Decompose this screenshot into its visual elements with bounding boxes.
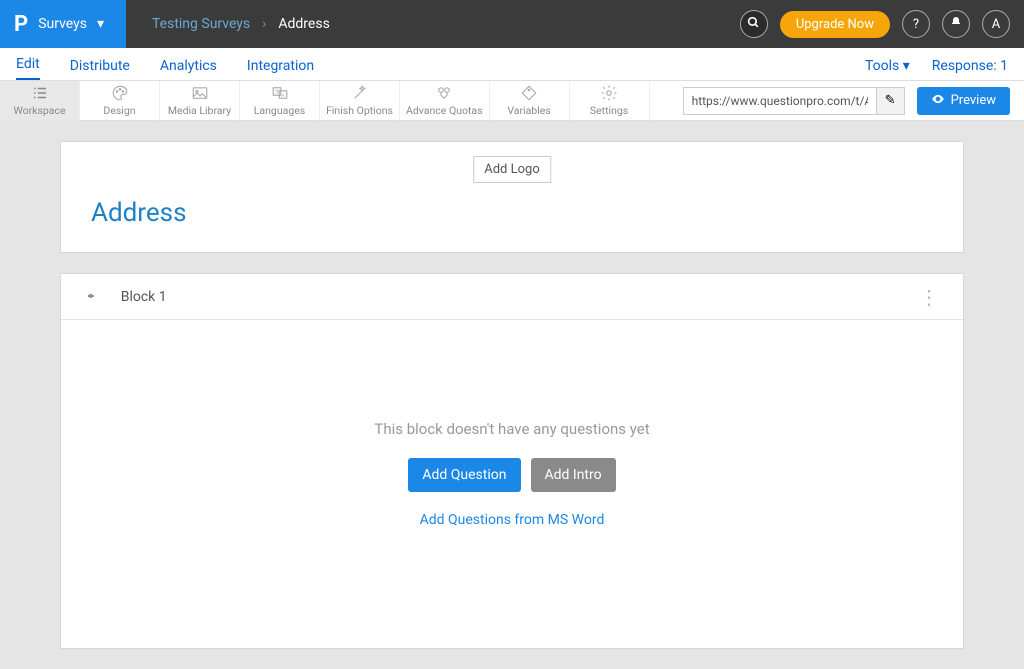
surveys-label: Surveys: [38, 16, 87, 32]
palette-icon: [111, 84, 129, 102]
edit-url-button[interactable]: ✎: [877, 87, 905, 115]
workspace-icon: [31, 84, 49, 102]
tool-variables[interactable]: Variables: [490, 81, 570, 121]
help-icon: ?: [913, 17, 919, 32]
topbar-actions: Upgrade Now ? A: [740, 10, 1024, 38]
tool-design[interactable]: Design: [80, 81, 160, 121]
block-more-button[interactable]: ⋮: [919, 285, 939, 309]
chevron-down-icon: ▾: [903, 58, 910, 74]
wand-icon: [351, 84, 369, 102]
block-body: This block doesn't have any questions ye…: [61, 320, 963, 648]
tools-dropdown[interactable]: Tools ▾: [865, 58, 910, 74]
image-icon: [191, 84, 209, 102]
bell-icon: [950, 16, 962, 32]
kebab-icon: ⋮: [919, 285, 939, 309]
language-icon: 文A: [271, 84, 289, 102]
breadcrumb-current: Address: [278, 16, 329, 32]
add-from-word-link[interactable]: Add Questions from MS Word: [420, 512, 605, 528]
tab-edit[interactable]: Edit: [16, 56, 40, 80]
tab-distribute[interactable]: Distribute: [70, 58, 130, 80]
tab-integration[interactable]: Integration: [247, 58, 314, 80]
survey-title[interactable]: Address: [91, 198, 933, 228]
product-switcher[interactable]: P Surveys ▾: [0, 0, 126, 48]
tab-analytics[interactable]: Analytics: [160, 58, 217, 80]
search-button[interactable]: [740, 10, 768, 38]
help-button[interactable]: ?: [902, 10, 930, 38]
svg-text:文: 文: [274, 88, 279, 95]
gear-icon: [600, 84, 618, 102]
search-icon: [747, 16, 760, 33]
quota-icon: [435, 84, 453, 102]
breadcrumb-root[interactable]: Testing Surveys: [152, 16, 250, 32]
block-header: ⌄⌃ Block 1 ⋮: [61, 274, 963, 320]
survey-url-input[interactable]: [683, 87, 877, 115]
notifications-button[interactable]: [942, 10, 970, 38]
tool-languages[interactable]: 文A Languages: [240, 81, 320, 121]
add-intro-button[interactable]: Add Intro: [531, 458, 616, 492]
account-avatar[interactable]: A: [982, 10, 1010, 38]
main-nav: Edit Distribute Analytics Integration To…: [0, 48, 1024, 81]
top-bar: P Surveys ▾ Testing Surveys › Address Up…: [0, 0, 1024, 48]
empty-state-actions: Add Question Add Intro: [408, 458, 615, 492]
breadcrumb-separator-icon: ›: [262, 16, 266, 32]
add-question-button[interactable]: Add Question: [408, 458, 520, 492]
survey-header-card: Add Logo Address: [60, 141, 964, 253]
tool-media-library[interactable]: Media Library: [160, 81, 240, 121]
upgrade-button[interactable]: Upgrade Now: [780, 11, 890, 38]
survey-url-box: ✎: [683, 87, 905, 115]
empty-state-message: This block doesn't have any questions ye…: [374, 420, 649, 438]
tool-workspace[interactable]: Workspace: [0, 81, 80, 121]
pencil-icon: ✎: [885, 93, 896, 108]
chevron-down-icon: ▾: [97, 16, 104, 32]
tool-settings[interactable]: Settings: [570, 81, 650, 121]
editor-canvas: Add Logo Address ⌄⌃ Block 1 ⋮ This block…: [0, 121, 1024, 669]
svg-text:A: A: [281, 93, 284, 99]
editor-toolbar: Workspace Design Media Library 文A Langua…: [0, 81, 1024, 121]
response-count[interactable]: Response: 1: [932, 58, 1008, 74]
block-title[interactable]: Block 1: [121, 289, 167, 305]
breadcrumb: Testing Surveys › Address: [126, 16, 330, 32]
tag-icon: [520, 84, 538, 102]
tool-finish-options[interactable]: Finish Options: [320, 81, 400, 121]
add-logo-button[interactable]: Add Logo: [473, 156, 551, 183]
block-card: ⌄⌃ Block 1 ⋮ This block doesn't have any…: [60, 273, 964, 649]
tool-advance-quotas[interactable]: Advance Quotas: [400, 81, 490, 121]
collapse-icon[interactable]: ⌄⌃: [85, 291, 97, 303]
logo-letter: P: [14, 12, 28, 37]
preview-button[interactable]: Preview: [917, 87, 1010, 115]
eye-icon: [931, 92, 945, 110]
